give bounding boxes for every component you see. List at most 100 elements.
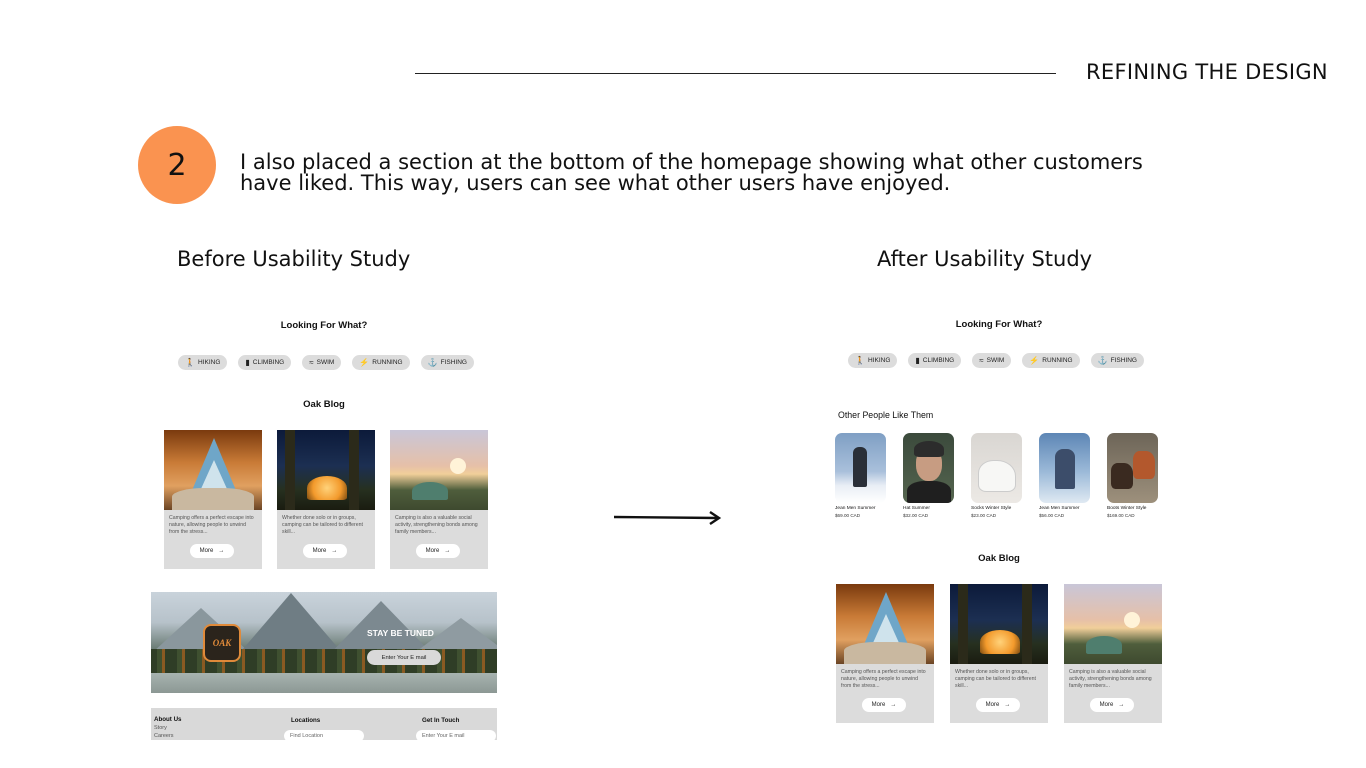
product-item[interactable]: Jean Men Summer $69.00 CAD [835, 433, 886, 518]
chip-climbing[interactable]: ▮ CLIMBING [238, 355, 292, 370]
product-item[interactable]: Socks Winter Style $23.00 CAD [971, 433, 1022, 518]
chip-hiking[interactable]: 🚶 HIKING [848, 353, 898, 368]
tent-photo [164, 430, 262, 510]
chip-fishing[interactable]: ⚓ FISHING [420, 355, 474, 370]
tent-photo [836, 584, 934, 664]
oak-logo: OAK [203, 624, 241, 662]
sunset-camp-photo [1064, 584, 1162, 664]
product-price: $32.00 CAD [903, 513, 929, 518]
more-button[interactable]: More → [1090, 698, 1134, 712]
before-label: Before Usability Study [177, 247, 411, 271]
chip-hiking[interactable]: 🚶 HIKING [178, 355, 228, 370]
hiking-icon: 🚶 [855, 355, 865, 365]
product-price: $56.00 CAD [1039, 513, 1065, 518]
after-mockup: Looking For What? 🚶 HIKING ▮ CLIMBING ≈ SWI… [826, 300, 1172, 730]
find-location-input[interactable]: Find Location [284, 730, 364, 740]
climbing-icon: ▮ [915, 355, 920, 365]
blog-title: Oak Blog [978, 553, 1020, 564]
chip-running[interactable]: ⚡ RUNNING [352, 355, 410, 370]
product-price: $23.00 CAD [971, 513, 997, 518]
blog-card: Whether done solo or in groups, camping … [950, 584, 1048, 723]
card-text: Camping offers a perfect escape into nat… [169, 515, 254, 535]
step-number-badge: 2 [138, 126, 216, 204]
footer-about[interactable]: About Us [154, 716, 182, 723]
footer-get-in-touch: Get In Touch [422, 717, 460, 724]
arrow-right-icon: → [1004, 702, 1011, 708]
stay-tuned-title: STAY BE TUNED [367, 628, 434, 638]
card-text: Camping offers a perfect escape into nat… [841, 669, 926, 689]
blog-card: Camping offers a perfect escape into nat… [164, 430, 262, 569]
newsletter-banner: OAK STAY BE TUNED Enter Your E mail [151, 592, 497, 693]
running-icon: ⚡ [359, 357, 370, 367]
product-name: Jean Men Summer [1039, 506, 1080, 511]
fishing-icon: ⚓ [1097, 355, 1108, 365]
more-button[interactable]: More → [416, 544, 460, 558]
product-photo [903, 433, 954, 503]
arrow-right-icon [614, 511, 722, 525]
product-name: Jean Men Summer [835, 506, 876, 511]
blog-title: Oak Blog [303, 399, 345, 410]
swim-icon: ≈ [979, 355, 984, 365]
chip-running[interactable]: ⚡ RUNNING [1022, 353, 1080, 368]
swim-icon: ≈ [309, 357, 314, 367]
footer-careers-link[interactable]: Careers [154, 733, 174, 739]
category-chips: 🚶 HIKING ▮ CLIMBING ≈ SWIM ⚡ RUNNING ⚓ FISHIN… [826, 353, 1169, 368]
chip-fishing[interactable]: ⚓ FISHING [1090, 353, 1144, 368]
climbing-icon: ▮ [245, 357, 250, 367]
night-camp-photo [950, 584, 1048, 664]
product-photo [1107, 433, 1158, 503]
product-name: Socks Winter Style [971, 506, 1012, 511]
looking-for-heading: Looking For What? [955, 319, 1043, 330]
section-title: REFINING THE DESIGN [1086, 60, 1328, 84]
product-item[interactable]: Jean Men Summer $56.00 CAD [1039, 433, 1090, 518]
before-mockup: Looking For What? 🚶 HIKING ▮ CLIMBING ≈ SWI… [150, 296, 498, 740]
blog-card: Camping is also a valuable social activi… [1064, 584, 1162, 723]
product-item[interactable]: Boots Winter Style $169.00 CAD [1107, 433, 1158, 518]
footer-story-link[interactable]: Story [154, 725, 167, 731]
blog-card: Whether done solo or in groups, camping … [277, 430, 375, 569]
header-rule [415, 73, 1056, 74]
more-button[interactable]: More → [303, 544, 347, 558]
card-text: Camping is also a valuable social activi… [1069, 669, 1152, 689]
arrow-right-icon: → [444, 548, 451, 554]
more-button[interactable]: More → [862, 698, 906, 712]
step-description: I also placed a section at the bottom of… [240, 150, 1143, 195]
arrow-right-icon: → [1118, 702, 1125, 708]
more-button[interactable]: More → [976, 698, 1020, 712]
chip-swim[interactable]: ≈ SWIM [302, 355, 342, 370]
hiking-icon: 🚶 [185, 357, 195, 367]
sunset-camp-photo [390, 430, 488, 510]
product-name: Hat Summer [903, 506, 930, 511]
blog-card: Camping is also a valuable social activi… [390, 430, 488, 569]
recommended-products: Jean Men Summer $69.00 CAD Hat Summer $3… [835, 433, 1158, 518]
looking-for-heading: Looking For What? [280, 320, 368, 331]
other-people-like-heading: Other People Like Them [838, 410, 934, 420]
arrow-right-icon: → [890, 702, 897, 708]
more-button[interactable]: More → [190, 544, 234, 558]
product-photo [971, 433, 1022, 503]
fishing-icon: ⚓ [427, 357, 438, 367]
product-item[interactable]: Hat Summer $32.00 CAD [903, 433, 954, 518]
footer-locations: Locations [291, 717, 321, 724]
blog-cards: Camping offers a perfect escape into nat… [164, 430, 488, 569]
chip-swim[interactable]: ≈ SWIM [972, 353, 1012, 368]
card-text: Whether done solo or in groups, camping … [955, 669, 1036, 689]
product-price: $69.00 CAD [835, 513, 861, 518]
arrow-right-icon: → [331, 548, 338, 554]
category-chips: 🚶 HIKING ▮ CLIMBING ≈ SWIM ⚡ RUNNING ⚓ FISHIN… [152, 355, 498, 370]
product-name: Boots Winter Style [1107, 506, 1147, 511]
running-icon: ⚡ [1029, 355, 1040, 365]
product-photo [1039, 433, 1090, 503]
night-camp-photo [277, 430, 375, 510]
chip-climbing[interactable]: ▮ CLIMBING [908, 353, 962, 368]
footer-email-input[interactable]: Enter Your E mail [416, 730, 496, 740]
card-text: Whether done solo or in groups, camping … [282, 515, 363, 535]
site-footer: About Us Story Careers Locations Find Lo… [151, 708, 497, 740]
product-photo [835, 433, 886, 503]
after-label: After Usability Study [877, 247, 1093, 271]
newsletter-email-input[interactable]: Enter Your E mail [367, 650, 441, 665]
blog-cards: Camping offers a perfect escape into nat… [836, 584, 1162, 723]
arrow-right-icon: → [218, 548, 225, 554]
step-number: 2 [167, 147, 187, 183]
card-text: Camping is also a valuable social activi… [395, 515, 478, 535]
